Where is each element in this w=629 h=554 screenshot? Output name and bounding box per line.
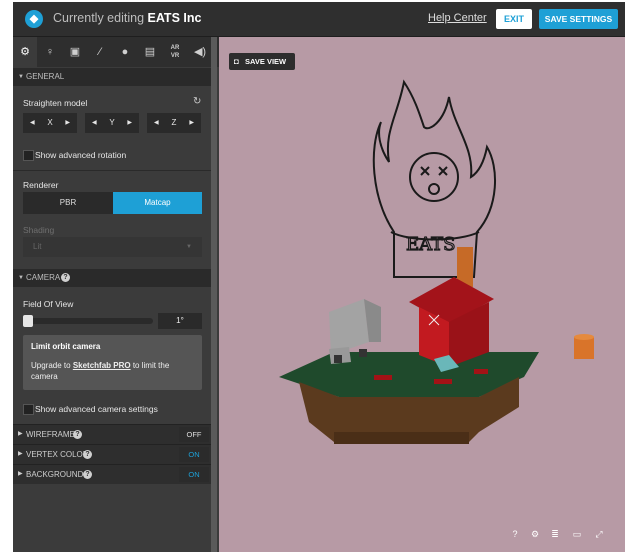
- background-row[interactable]: ▶ BACKGROUND ? ON: [13, 464, 211, 484]
- barn-model: [409, 247, 494, 372]
- limit-orbit-text: Upgrade to Sketchfab PRO to limit the ca…: [31, 361, 170, 381]
- tab-background-image-icon[interactable]: ▣: [63, 37, 87, 67]
- collapse-arrow-icon: ▼: [18, 74, 24, 80]
- limit-orbit-upgrade-box: Limit orbit camera Upgrade to Sketchfab …: [23, 335, 202, 390]
- arrow-right-icon[interactable]: ▶: [127, 113, 132, 133]
- shading-label: Shading: [23, 225, 55, 235]
- tab-materials-wand-icon[interactable]: ⁄: [88, 37, 112, 67]
- sketchfab-pro-link[interactable]: Sketchfab PRO: [73, 361, 131, 370]
- wireframe-row[interactable]: ▶ WIREFRAME ? OFF: [13, 424, 211, 444]
- adv-camera-label: Show advanced camera settings: [35, 404, 158, 414]
- chevron-down-icon: ▼: [186, 244, 192, 250]
- red-tile: [374, 375, 392, 380]
- help-icon[interactable]: ?: [73, 430, 82, 439]
- adv-camera-checkbox[interactable]: [23, 404, 34, 415]
- red-tile: [474, 369, 488, 374]
- layers-icon[interactable]: ≣: [549, 529, 561, 543]
- tab-annotations-pin-icon[interactable]: ●: [113, 37, 137, 67]
- app-window: ◆ Currently editing EATS Inc Help Center…: [13, 2, 625, 552]
- tab-lighting-bulb-icon[interactable]: ♀: [38, 37, 62, 67]
- camera-section-header[interactable]: ▼ CAMERA: [13, 269, 211, 287]
- renderer-pbr-option[interactable]: PBR: [23, 192, 113, 214]
- renderer-label: Renderer: [23, 180, 59, 190]
- project-name: EATS Inc: [147, 11, 202, 25]
- straighten-z-control[interactable]: ◀ Z ▶: [147, 113, 201, 133]
- fov-slider-track[interactable]: [23, 318, 153, 324]
- 3d-viewport[interactable]: ◘ SAVE VIEW EATS ? ⚙ ≣ ▭ ⤢: [219, 37, 625, 552]
- tab-sound-icon[interactable]: ◀): [188, 37, 212, 67]
- expand-arrow-icon: ▶: [18, 451, 23, 457]
- arrow-right-icon[interactable]: ▶: [189, 113, 194, 133]
- expand-arrow-icon: ▶: [18, 471, 23, 477]
- adv-rotation-label: Show advanced rotation: [35, 150, 127, 160]
- island-model: [279, 352, 539, 444]
- fov-label: Field Of View: [23, 299, 74, 309]
- expand-arrow-icon: ▶: [18, 431, 23, 437]
- adv-rotation-checkbox[interactable]: [23, 150, 34, 161]
- help-icon[interactable]: ?: [83, 450, 92, 459]
- help-icon[interactable]: ?: [61, 273, 70, 282]
- divider: [13, 170, 211, 171]
- editing-label: Currently editing: [53, 11, 145, 25]
- tab-animation-film-icon[interactable]: ▤: [138, 37, 162, 67]
- top-bar: ◆ Currently editing EATS Inc Help Center…: [13, 2, 625, 37]
- settings-gear-icon[interactable]: ⚙: [529, 529, 541, 543]
- sidebar-scrollbar[interactable]: [211, 37, 217, 552]
- editing-title: Currently editing EATS Inc: [53, 11, 201, 25]
- shading-select[interactable]: Lit ▼: [23, 237, 202, 257]
- exit-button[interactable]: EXIT: [496, 9, 532, 29]
- arrow-right-icon[interactable]: ▶: [65, 113, 70, 133]
- fullscreen-icon[interactable]: ⤢: [593, 529, 605, 543]
- help-icon[interactable]: ?: [83, 470, 92, 479]
- help-center-link[interactable]: Help Center: [428, 12, 487, 24]
- 3d-model-scene: EATS: [279, 79, 594, 444]
- tab-ar-vr[interactable]: AR VR: [163, 37, 187, 67]
- reset-rotation-icon[interactable]: ↻: [193, 96, 201, 107]
- help-icon[interactable]: ?: [509, 529, 521, 543]
- straighten-label: Straighten model: [23, 98, 88, 108]
- sketchfab-logo-icon: ◆: [25, 10, 43, 28]
- settings-tabs: ⚙ ♀ ▣ ⁄ ● ▤ AR VR ◀): [13, 37, 219, 67]
- viewer-controls: ? ⚙ ≣ ▭ ⤢: [509, 529, 619, 543]
- save-settings-button[interactable]: SAVE SETTINGS: [539, 9, 618, 29]
- barrel-model: [574, 334, 594, 359]
- vertex-color-row[interactable]: ▶ VERTEX COLOR ? ON: [13, 444, 211, 464]
- wireframe-toggle[interactable]: OFF: [179, 427, 209, 442]
- straighten-x-control[interactable]: ◀ X ▶: [23, 113, 77, 133]
- tab-general-gear-icon[interactable]: ⚙: [13, 37, 37, 67]
- collapse-arrow-icon: ▼: [18, 275, 24, 281]
- settings-sidebar: ⚙ ♀ ▣ ⁄ ● ▤ AR VR ◀) ▼ GENERAL Straighten…: [13, 37, 219, 552]
- fov-value-input[interactable]: 1°: [158, 313, 202, 329]
- vertex-color-toggle[interactable]: ON: [179, 447, 209, 462]
- straighten-y-control[interactable]: ◀ Y ▶: [85, 113, 139, 133]
- red-tile: [434, 379, 452, 384]
- general-section-header[interactable]: ▼ GENERAL: [13, 68, 211, 86]
- sign-text: EATS: [406, 234, 456, 255]
- vr-icon[interactable]: ▭: [571, 529, 583, 543]
- background-toggle[interactable]: ON: [179, 467, 209, 482]
- limit-orbit-title: Limit orbit camera: [31, 342, 101, 351]
- fov-slider-handle[interactable]: [23, 315, 33, 327]
- renderer-matcap-option[interactable]: Matcap: [113, 192, 202, 214]
